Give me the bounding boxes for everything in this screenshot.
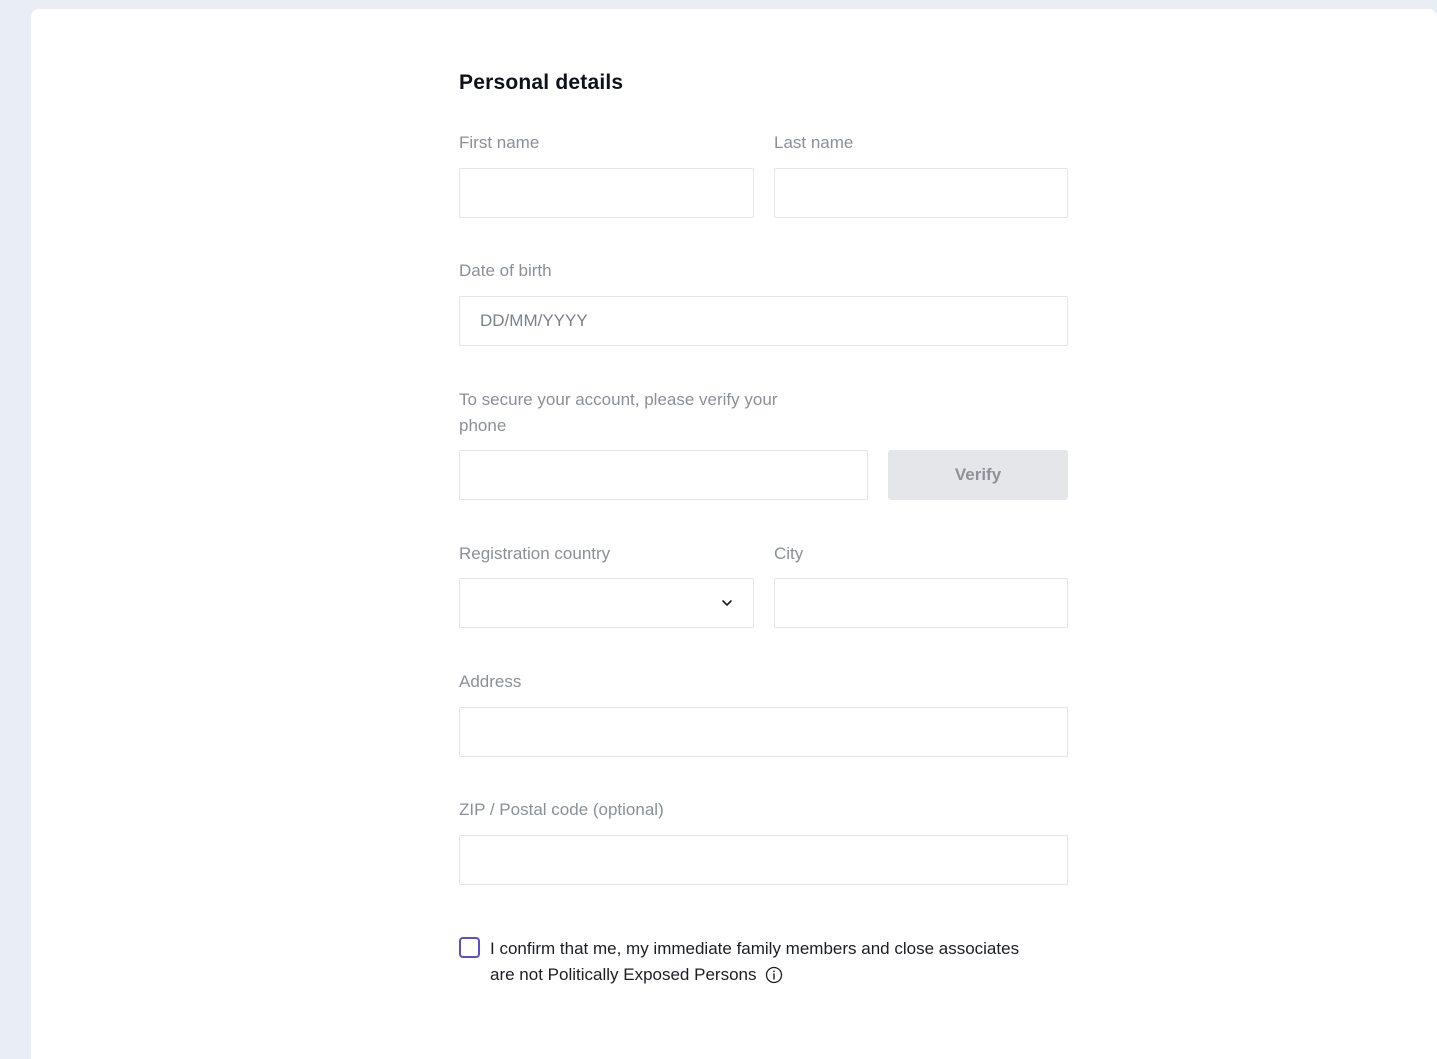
phone-label-line1: To secure your account, please verify yo… — [459, 390, 778, 409]
first-name-input[interactable] — [459, 168, 754, 218]
phone-input[interactable] — [459, 450, 868, 500]
last-name-label: Last name — [774, 133, 854, 152]
phone-label-line2: phone — [459, 416, 507, 435]
pep-confirm-label[interactable]: I confirm that me, my immediate family m… — [490, 936, 1030, 988]
pep-confirm-checkbox[interactable] — [459, 937, 480, 958]
info-icon[interactable] — [765, 966, 783, 984]
country-label: Registration country — [459, 544, 611, 563]
country-select[interactable] — [459, 578, 754, 628]
address-label: Address — [459, 672, 522, 691]
page-title: Personal details — [459, 71, 624, 94]
form-card: Personal details First name Last name Da… — [31, 9, 1437, 1059]
zip-label: ZIP / Postal code (optional) — [459, 800, 664, 819]
address-input[interactable] — [459, 707, 1068, 757]
city-label: City — [774, 544, 804, 563]
zip-input[interactable] — [459, 835, 1068, 885]
city-input[interactable] — [774, 578, 1068, 628]
first-name-label: First name — [459, 133, 540, 152]
dob-input[interactable] — [459, 296, 1068, 346]
dob-label: Date of birth — [459, 261, 552, 280]
chevron-down-icon — [722, 600, 732, 606]
last-name-input[interactable] — [774, 168, 1068, 218]
verify-button[interactable]: Verify — [888, 450, 1068, 500]
pep-confirm-text: I confirm that me, my immediate family m… — [490, 939, 1020, 984]
